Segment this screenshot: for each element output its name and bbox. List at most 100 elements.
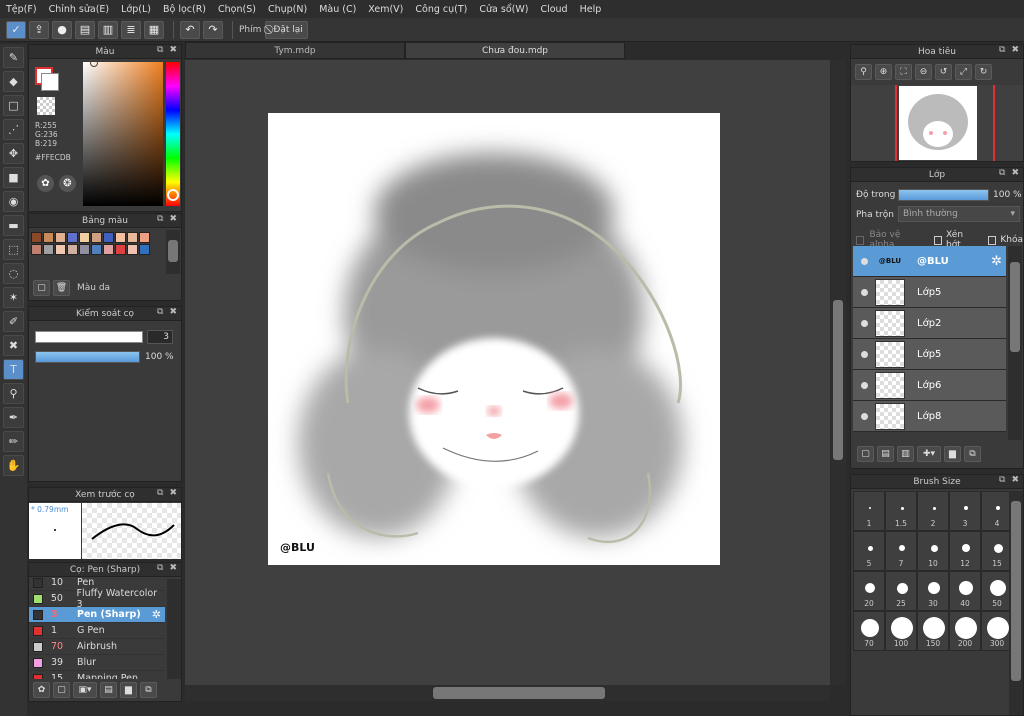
menu-item[interactable]: Help [580, 4, 602, 15]
popout-icon[interactable]: ⧉ [157, 563, 163, 573]
lasso-tool-icon[interactable]: ◌ [3, 263, 24, 284]
brush-size-cell[interactable]: 1.5 [885, 491, 917, 531]
brush-size-cell[interactable]: 2 [917, 491, 949, 531]
folder-icon[interactable]: ▆ [120, 682, 137, 698]
popout-icon[interactable]: ⧉ [999, 475, 1005, 485]
layer-row[interactable]: Lớp8 [853, 401, 1006, 432]
undo-icon[interactable]: ↶ [180, 20, 200, 39]
gear-icon[interactable]: ✲ [152, 608, 161, 621]
popout-icon[interactable]: ⧉ [999, 168, 1005, 178]
palette-swatch[interactable] [55, 232, 66, 243]
close-icon[interactable]: ✖ [1011, 168, 1019, 178]
share-icon[interactable]: ⇪ [29, 20, 49, 39]
palette-swatch[interactable] [139, 244, 150, 255]
brush-size-cell[interactable]: 5 [853, 531, 885, 571]
bucket-tool-icon[interactable]: ◉ [3, 191, 24, 212]
palette-swatch[interactable] [55, 244, 66, 255]
duplicate-icon[interactable]: ⧉ [964, 446, 981, 462]
canvas-vertical-scrollbar[interactable] [830, 60, 846, 685]
layer-row[interactable]: Lớp5 [853, 339, 1006, 370]
alpha-protect-checkbox[interactable] [856, 235, 865, 245]
popout-icon[interactable]: ⧉ [999, 45, 1005, 55]
menu-item[interactable]: Xem(V) [368, 4, 403, 15]
eye-icon[interactable] [853, 257, 875, 265]
palette-swatch[interactable] [127, 232, 138, 243]
canvas-horizontal-scrollbar[interactable] [185, 685, 830, 701]
close-icon[interactable]: ✖ [169, 488, 177, 498]
brush-size-cell[interactable]: 12 [949, 531, 981, 571]
brush-size-cell[interactable]: 100 [885, 611, 917, 651]
eraser-tool-icon[interactable]: ◆ [3, 71, 24, 92]
color-wheel-icon[interactable]: ❂ [59, 175, 76, 192]
tab-chua-dou[interactable]: Chưa đou.mdp [405, 42, 625, 59]
menu-item[interactable]: Công cụ(T) [415, 4, 467, 15]
brush-size-value[interactable]: 3 [147, 330, 173, 344]
select-eraser-tool-icon[interactable]: ✖ [3, 335, 24, 356]
popout-icon[interactable]: ⧉ [157, 214, 163, 224]
brush-size-cell[interactable]: 30 [917, 571, 949, 611]
close-icon[interactable]: ✖ [1011, 475, 1019, 485]
check-icon[interactable]: ✓ [6, 20, 26, 39]
new-brush-icon[interactable]: ▢ [53, 682, 70, 698]
fill-select-tool-icon[interactable]: ⚲ [3, 383, 24, 404]
brush-doc-icon[interactable]: ▤ [100, 682, 117, 698]
fullscreen-icon[interactable]: ⤢ [955, 64, 972, 80]
close-icon[interactable]: ✖ [169, 563, 177, 573]
brush-size-scrollbar[interactable] [1009, 491, 1023, 715]
tab-tym[interactable]: Tym.mdp [185, 42, 405, 59]
palette-swatch[interactable] [79, 232, 90, 243]
palette-swatch[interactable] [115, 244, 126, 255]
brush-size-cell[interactable]: 1 [853, 491, 885, 531]
select-rect-tool-icon[interactable]: ⬚ [3, 239, 24, 260]
menu-item[interactable]: Chụp(N) [268, 4, 307, 15]
blend-mode-select[interactable]: Bình thường ▾ [898, 206, 1020, 222]
transparent-color-swatch[interactable] [37, 97, 55, 115]
background-color-swatch[interactable] [41, 73, 59, 91]
brush-tool-icon[interactable]: ✎ [3, 47, 24, 68]
palette-swatch[interactable] [91, 244, 102, 255]
brush-size-cell[interactable]: 25 [885, 571, 917, 611]
pen-tool-icon[interactable]: ✏ [3, 431, 24, 452]
add-brush-dropdown-icon[interactable]: ▣▾ [73, 682, 97, 698]
menu-item[interactable]: Cửa sổ(W) [479, 4, 528, 15]
close-icon[interactable]: ✖ [169, 307, 177, 317]
palette-swatch[interactable] [67, 232, 78, 243]
brush-size-cell[interactable]: 20 [853, 571, 885, 611]
trash-icon[interactable]: 🗑 [53, 280, 70, 296]
palette-scrollbar[interactable] [166, 230, 180, 274]
brush-size-cell[interactable]: 3 [949, 491, 981, 531]
add-layer-dropdown-icon[interactable]: ✚▾ [917, 446, 941, 462]
select-pen-tool-icon[interactable]: ✐ [3, 311, 24, 332]
menu-item[interactable]: Màu (C) [319, 4, 356, 15]
brush-list-item[interactable]: 50 Fluffy Watercolor 3 [29, 588, 165, 610]
palette-icon[interactable]: ✿ [37, 175, 54, 192]
comment-icon[interactable]: ● [52, 20, 72, 39]
navigator-preview[interactable] [851, 85, 1023, 161]
palette-swatch[interactable] [79, 244, 90, 255]
reset-button[interactable]: ⃠Đặt lại [265, 20, 308, 39]
brush-list-item[interactable]: 39 Blur [29, 655, 165, 671]
layer-row[interactable]: Lớp6 [853, 370, 1006, 401]
rect-tool-icon[interactable]: □ [3, 95, 24, 116]
layer-list-scrollbar[interactable] [1008, 246, 1022, 440]
eye-icon[interactable] [853, 319, 875, 327]
brush-size-slider[interactable] [35, 331, 143, 343]
move-tool-icon[interactable]: ✥ [3, 143, 24, 164]
dot-brush-tool-icon[interactable]: ⋰ [3, 119, 24, 140]
eye-icon[interactable] [853, 288, 875, 296]
brush-list-item[interactable]: 70 Airbrush [29, 639, 165, 655]
gradient-tool-icon[interactable]: ▬ [3, 215, 24, 236]
brush-size-cell[interactable]: 150 [917, 611, 949, 651]
brush-size-cell[interactable]: 40 [949, 571, 981, 611]
brush-list-item[interactable]: 3 Pen (Sharp) ✲ [29, 607, 165, 623]
hand-tool-icon[interactable]: ✋ [3, 455, 24, 476]
palette-swatch[interactable] [139, 232, 150, 243]
palette-swatch[interactable] [43, 232, 54, 243]
clipping-checkbox[interactable] [933, 235, 943, 245]
lock-checkbox[interactable] [987, 235, 997, 245]
fit-icon[interactable]: ⛶ [895, 64, 912, 80]
close-icon[interactable]: ✖ [169, 214, 177, 224]
zoom-out-icon[interactable]: ⊖ [915, 64, 932, 80]
brush-size-cell[interactable]: 7 [885, 531, 917, 571]
saturation-value-picker[interactable] [83, 62, 163, 206]
